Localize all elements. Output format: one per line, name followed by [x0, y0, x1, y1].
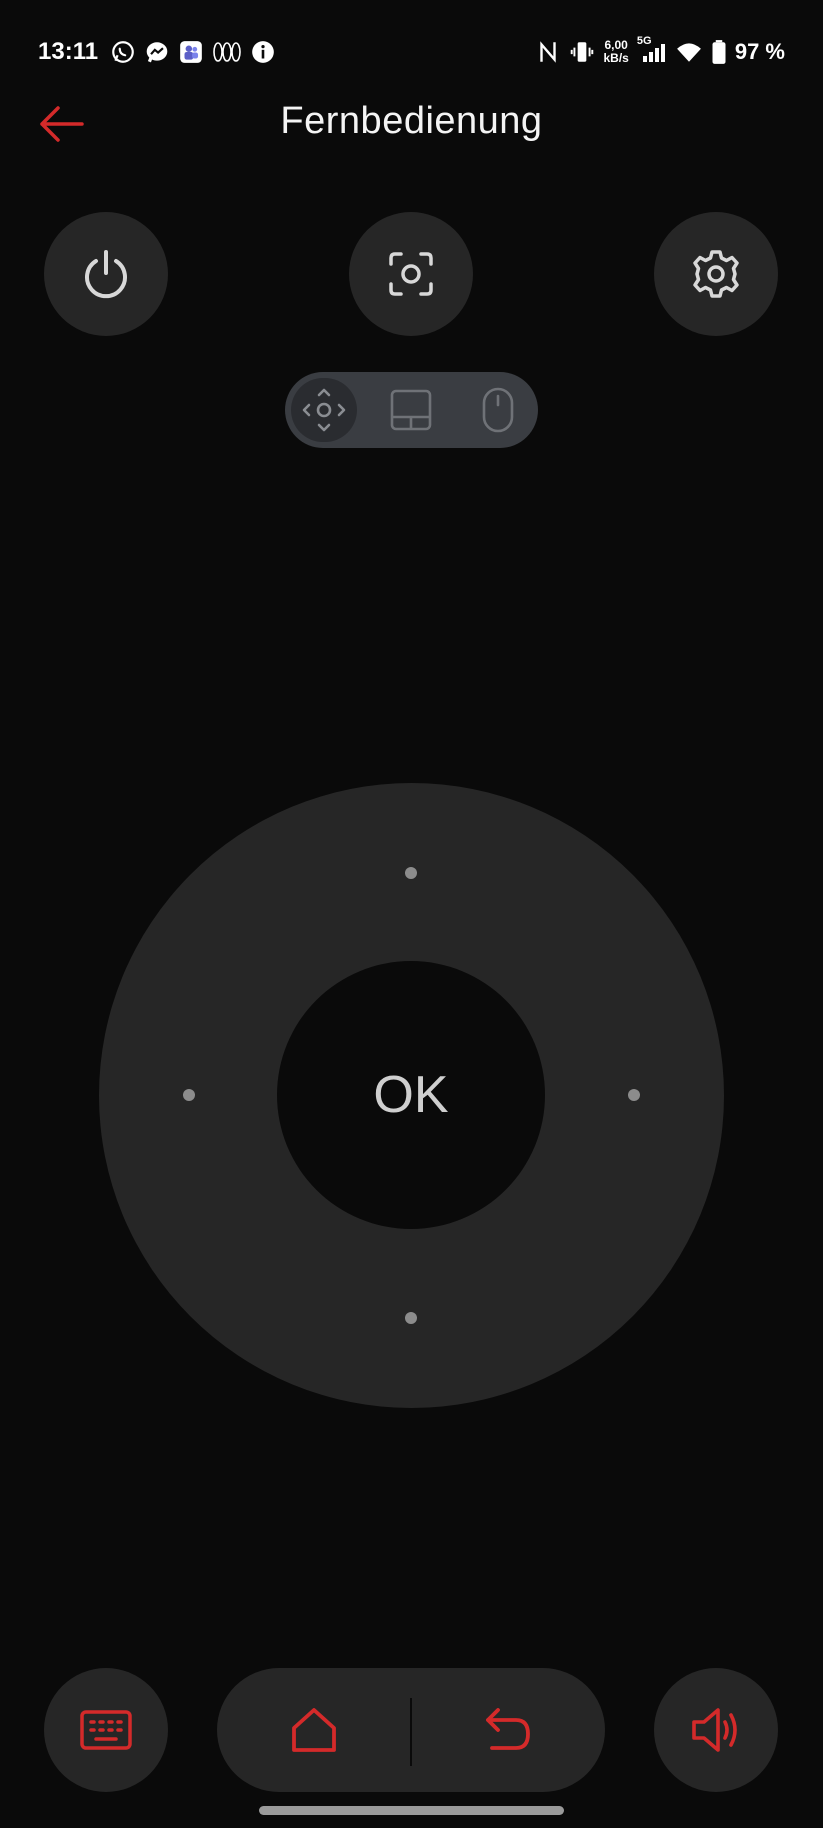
home-button[interactable]: [217, 1668, 411, 1792]
gear-icon: [693, 250, 739, 298]
app-header: Fernbedienung: [0, 92, 823, 156]
keyboard-icon: [80, 1710, 132, 1750]
volume-button[interactable]: [654, 1668, 778, 1792]
dpad-up-dot: [405, 867, 417, 879]
net-speed-unit: kB/s: [603, 51, 629, 65]
teams-icon: [178, 39, 204, 65]
power-icon: [85, 250, 127, 299]
volume-icon: [692, 1708, 737, 1752]
battery-icon: [711, 39, 727, 65]
status-right: 6,00 kB/s 5G 97 %: [535, 35, 785, 65]
page-title: Fernbedienung: [280, 100, 543, 142]
dpad-mode-icon: [302, 388, 346, 432]
status-left: 13:11: [38, 38, 276, 66]
dpad-up-button[interactable]: [351, 813, 471, 933]
status-time: 13:11: [38, 38, 99, 65]
signal-icon: 5G: [637, 35, 667, 65]
undo-arrow-icon: [486, 1708, 530, 1750]
dpad-left-button[interactable]: [129, 1035, 249, 1155]
dpad-right-dot: [628, 1089, 640, 1101]
app-icon: [212, 39, 242, 65]
keyboard-button[interactable]: [44, 1668, 168, 1792]
status-bar: 13:11 6,00 kB/s 5G 97 %: [38, 30, 785, 74]
network-speed: 6,00 kB/s: [603, 39, 628, 65]
dpad-down-dot: [405, 1312, 417, 1324]
mode-option-mouse[interactable]: [465, 378, 531, 442]
ok-button[interactable]: OK: [277, 961, 545, 1229]
wifi-icon: [675, 39, 703, 65]
messenger-icon: [144, 39, 170, 65]
battery-percent: 97 %: [734, 39, 785, 64]
home-icon: [292, 1708, 336, 1752]
home-back-pill: [217, 1668, 605, 1792]
mouse-mode-icon: [482, 387, 514, 433]
power-button[interactable]: [44, 212, 168, 336]
screenshot-button[interactable]: [349, 212, 473, 336]
dpad-right-button[interactable]: [574, 1035, 694, 1155]
mode-switch: [285, 372, 538, 448]
mode-option-dpad[interactable]: [291, 378, 357, 442]
screenshot-icon: [389, 252, 433, 296]
mode-option-touchpad[interactable]: [378, 378, 444, 442]
touchpad-mode-icon: [390, 389, 432, 431]
settings-button[interactable]: [654, 212, 778, 336]
nav-back-button[interactable]: [411, 1668, 605, 1792]
dpad-down-button[interactable]: [351, 1258, 471, 1378]
network-type: 5G: [636, 35, 652, 47]
whatsapp-icon: [110, 39, 136, 65]
nfc-icon: [535, 39, 561, 65]
gesture-bar[interactable]: [259, 1806, 564, 1815]
info-icon: [250, 39, 276, 65]
dpad: OK: [99, 783, 724, 1408]
dpad-left-dot: [183, 1089, 195, 1101]
vibrate-icon: [569, 39, 595, 65]
